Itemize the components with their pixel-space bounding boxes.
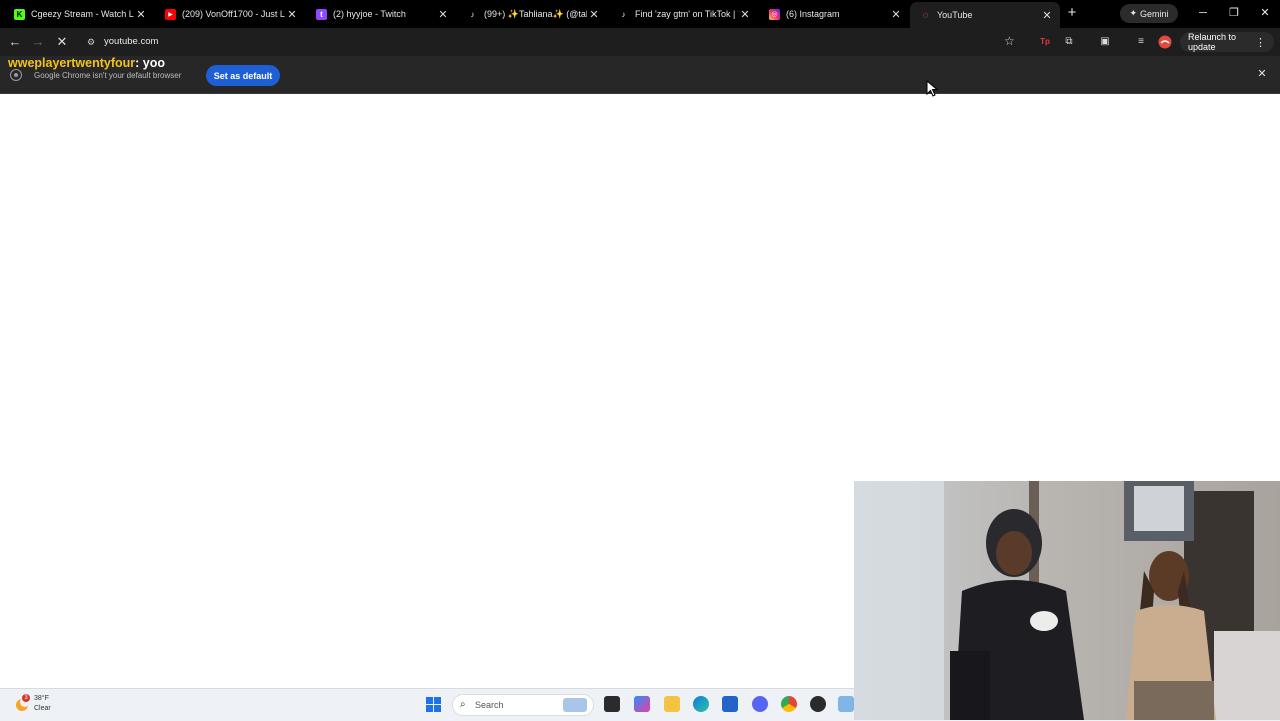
copilot-icon[interactable] bbox=[634, 696, 650, 712]
close-icon[interactable]: ✕ bbox=[285, 8, 299, 21]
extensions-puzzle-icon[interactable]: ⧉ bbox=[1062, 35, 1076, 49]
stop-loading-button[interactable]: ✕ bbox=[54, 34, 70, 50]
loading-icon: ◌ bbox=[922, 9, 929, 21]
minimize-button[interactable]: ─ bbox=[1195, 6, 1211, 20]
weather-condition: Clear bbox=[34, 705, 51, 712]
address-bar[interactable]: ⚙ youtube.com ☆ bbox=[80, 31, 1028, 53]
weather-badge: 3 bbox=[22, 694, 30, 702]
tab-title: YouTube bbox=[937, 10, 973, 20]
set-as-default-button[interactable]: Set as default bbox=[206, 65, 280, 86]
address-url: youtube.com bbox=[104, 36, 159, 47]
windows-start-icon[interactable] bbox=[426, 697, 441, 712]
tab-tiktok-search[interactable]: ♪ Find 'zay gtm' on TikTok | Tik ✕ bbox=[608, 3, 758, 25]
kebab-menu-icon[interactable]: ⋮ bbox=[1255, 36, 1266, 49]
side-panel-icon[interactable]: ▣ bbox=[1098, 35, 1112, 49]
app-icon[interactable] bbox=[810, 696, 826, 712]
tab-youtube-vonoff[interactable]: ▶ (209) VonOff1700 - Just Liste ✕ bbox=[155, 3, 305, 25]
extension-icon[interactable]: Tp bbox=[1038, 35, 1052, 49]
taskbar-search-label: Search bbox=[475, 700, 504, 710]
back-button[interactable]: ← bbox=[7, 34, 23, 50]
chat-message: yoo bbox=[139, 56, 165, 70]
chrome-taskbar-icon[interactable] bbox=[781, 696, 797, 712]
browser-toolbar: ← → ✕ ⚙ youtube.com ☆ Tp ⧉ ▣ ≡ Relaunch … bbox=[0, 28, 1280, 56]
forward-button[interactable]: → bbox=[30, 34, 46, 50]
stream-chat-overlay: wweplayertwentyfour: yoo bbox=[8, 56, 165, 70]
close-icon[interactable]: ✕ bbox=[587, 8, 601, 21]
tab-title: (99+) ✨Tahliana✨ (@tahli bbox=[484, 8, 587, 19]
tab-twitch[interactable]: t (2) hyyjoe - Twitch ✕ bbox=[306, 3, 456, 25]
edge-icon[interactable] bbox=[693, 696, 709, 712]
infobar-message: Google Chrome isn't your default browser bbox=[34, 71, 182, 80]
tab-title: Find 'zay gtm' on TikTok | Tik bbox=[635, 9, 738, 19]
weather-temp: 38°F bbox=[34, 695, 49, 702]
close-icon[interactable]: ✕ bbox=[1255, 67, 1269, 81]
default-browser-infobar: wweplayertwentyfour: yoo Google Chrome i… bbox=[0, 56, 1280, 94]
close-icon[interactable]: ✕ bbox=[1040, 9, 1054, 22]
search-highlight-icon bbox=[563, 698, 587, 712]
weather-widget[interactable]: 3 38°F Clear bbox=[12, 693, 72, 717]
close-icon[interactable]: ✕ bbox=[436, 8, 450, 21]
tab-youtube-active[interactable]: ◌ YouTube ✕ bbox=[910, 2, 1060, 28]
tab-title: Cgeezy Stream - Watch Live bbox=[31, 9, 134, 19]
window-close-button[interactable]: ✕ bbox=[1257, 6, 1273, 20]
tab-tiktok-tahliana[interactable]: ♪ (99+) ✨Tahliana✨ (@tahli ✕ bbox=[457, 3, 607, 25]
gemini-label: Gemini bbox=[1140, 8, 1169, 19]
instagram-icon: ◎ bbox=[769, 8, 780, 20]
chrome-icon bbox=[10, 69, 22, 81]
sparkle-icon: ✦ bbox=[1129, 8, 1138, 18]
tiktok-icon: ♪ bbox=[621, 9, 626, 19]
relaunch-label: Relaunch to update bbox=[1188, 32, 1237, 52]
relaunch-to-update-button[interactable]: Relaunch to update ⋮ bbox=[1180, 32, 1274, 52]
store-icon[interactable] bbox=[722, 696, 738, 712]
gemini-button[interactable]: ✦ Gemini bbox=[1120, 4, 1178, 23]
tiktok-icon: ♪ bbox=[470, 9, 475, 19]
close-icon[interactable]: ✕ bbox=[889, 8, 903, 21]
task-view-icon[interactable] bbox=[604, 696, 620, 712]
media-controls-icon[interactable]: ≡ bbox=[1134, 35, 1148, 49]
tab-strip: K Cgeezy Stream - Watch Live ✕ ▶ (209) V… bbox=[0, 0, 1280, 28]
close-icon[interactable]: ✕ bbox=[738, 8, 752, 21]
tab-instagram[interactable]: ◎ (6) Instagram ✕ bbox=[759, 3, 909, 25]
webcam-overlay bbox=[854, 481, 1280, 720]
bookmark-star-icon[interactable]: ☆ bbox=[1004, 34, 1015, 48]
kick-icon: K bbox=[14, 8, 25, 20]
discord-icon[interactable] bbox=[752, 696, 768, 712]
search-icon: ⌕ bbox=[460, 699, 466, 710]
twitch-icon: t bbox=[316, 8, 327, 20]
tab-kick-stream[interactable]: K Cgeezy Stream - Watch Live ✕ bbox=[4, 3, 154, 25]
chat-username: wweplayertwentyfour bbox=[8, 56, 136, 70]
close-icon[interactable]: ✕ bbox=[134, 8, 148, 21]
mouse-cursor-icon bbox=[926, 80, 939, 97]
file-explorer-icon[interactable] bbox=[664, 696, 680, 712]
taskbar-search[interactable]: ⌕ Search bbox=[452, 694, 594, 716]
tab-title: (6) Instagram bbox=[786, 9, 840, 19]
restore-button[interactable]: ❐ bbox=[1226, 6, 1242, 20]
tab-title: (2) hyyjoe - Twitch bbox=[333, 9, 406, 19]
new-tab-button[interactable]: + bbox=[1064, 5, 1080, 21]
profile-avatar[interactable] bbox=[1158, 35, 1172, 49]
youtube-icon: ▶ bbox=[165, 8, 176, 20]
app-icon[interactable] bbox=[838, 696, 854, 712]
site-info-icon[interactable]: ⚙ bbox=[84, 35, 98, 49]
tab-title: (209) VonOff1700 - Just Liste bbox=[182, 9, 285, 19]
